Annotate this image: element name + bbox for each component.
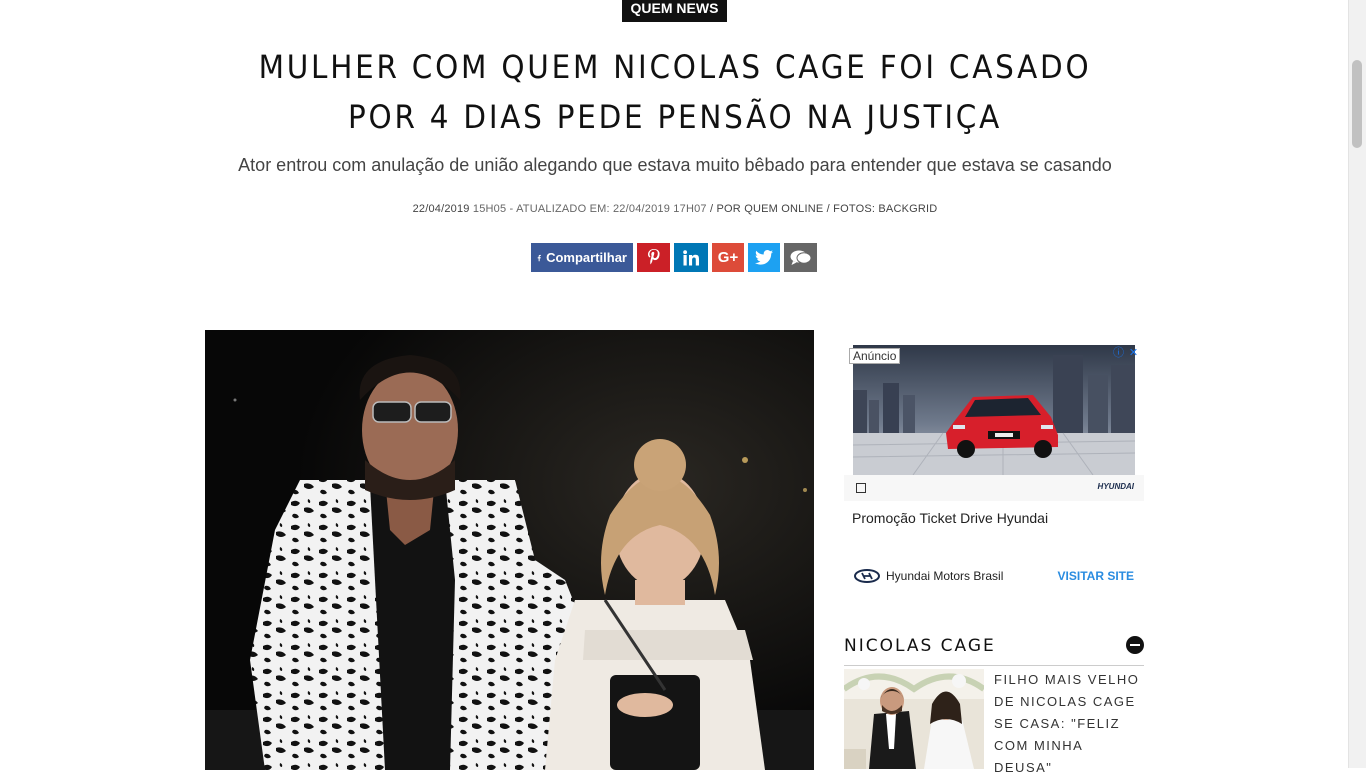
share-facebook-button[interactable]: Compartilhar: [531, 243, 633, 272]
article-subtitle: Ator entrou com anulação de união alegan…: [238, 155, 1112, 175]
close-icon[interactable]: ✕: [1127, 347, 1140, 360]
article-main-photo[interactable]: [205, 330, 814, 770]
share-google-plus-button[interactable]: G+: [712, 243, 744, 272]
collapse-icon[interactable]: [1126, 636, 1144, 654]
scrollbar-thumb[interactable]: [1352, 60, 1362, 148]
related-article-card[interactable]: FILHO MAIS VELHO DE NICOLAS CAGE SE CASA…: [844, 669, 1144, 775]
photo-illustration: [205, 330, 814, 770]
comment-icon: [790, 250, 811, 265]
ad-banner[interactable]: Anúncio ⓘ ✕ HYUNDAI Promoção Ticket Driv…: [844, 345, 1144, 595]
ad-image[interactable]: [853, 345, 1135, 475]
related-article-title[interactable]: FILHO MAIS VELHO DE NICOLAS CAGE SE CASA…: [994, 669, 1144, 779]
ad-brand[interactable]: Hyundai Motors Brasil: [854, 569, 1003, 583]
ad-label: Anúncio: [849, 348, 901, 364]
ad-visit-site-button[interactable]: VISITAR SITE: [1058, 569, 1134, 583]
ad-footer-strip: HYUNDAI: [844, 475, 1144, 501]
hyundai-logo-text: HYUNDAI: [1097, 482, 1134, 491]
section-tag[interactable]: QUEM NEWS: [622, 0, 727, 22]
share-facebook-label: Compartilhar: [546, 250, 627, 265]
related-thumbnail[interactable]: [844, 669, 984, 769]
article-meta: 22/04/2019 15H05 - ATUALIZADO EM: 22/04/…: [200, 203, 1150, 215]
meta-author: / POR QUEM ONLINE / FOTOS: BACKGRID: [709, 203, 938, 215]
ad-brand-name: Hyundai Motors Brasil: [886, 569, 1004, 583]
page-scrollbar[interactable]: [1348, 0, 1366, 768]
ad-badge-icon: [856, 483, 866, 493]
wedding-photo-illustration: [844, 669, 984, 769]
google-plus-icon: G+: [717, 249, 739, 266]
hyundai-logo-icon: [854, 569, 880, 583]
meta-time: 15H05 - ATUALIZADO EM: 22/04/2019 17H07: [472, 203, 707, 215]
ad-title[interactable]: Promoção Ticket Drive Hyundai: [852, 510, 1048, 526]
twitter-icon: [755, 250, 773, 265]
share-bar: Compartilhar G+: [531, 243, 817, 272]
adchoices-icon[interactable]: ⓘ: [1112, 347, 1125, 360]
share-linkedin-button[interactable]: [674, 243, 708, 272]
meta-date: 22/04/2019: [412, 203, 470, 215]
share-comment-button[interactable]: [784, 243, 817, 272]
pinterest-icon: [647, 248, 660, 264]
share-pinterest-button[interactable]: [637, 243, 670, 272]
ad-car-illustration: [853, 345, 1135, 475]
linkedin-icon: [683, 249, 699, 265]
ad-choices[interactable]: ⓘ ✕: [1112, 347, 1140, 360]
facebook-icon: [537, 254, 541, 261]
topic-header: NICOLAS CAGE: [844, 633, 1144, 666]
share-twitter-button[interactable]: [748, 243, 780, 272]
topic-title[interactable]: NICOLAS CAGE: [844, 636, 996, 656]
article-headline: MULHER COM QUEM NICOLAS CAGE FOI CASADO …: [258, 48, 1092, 136]
